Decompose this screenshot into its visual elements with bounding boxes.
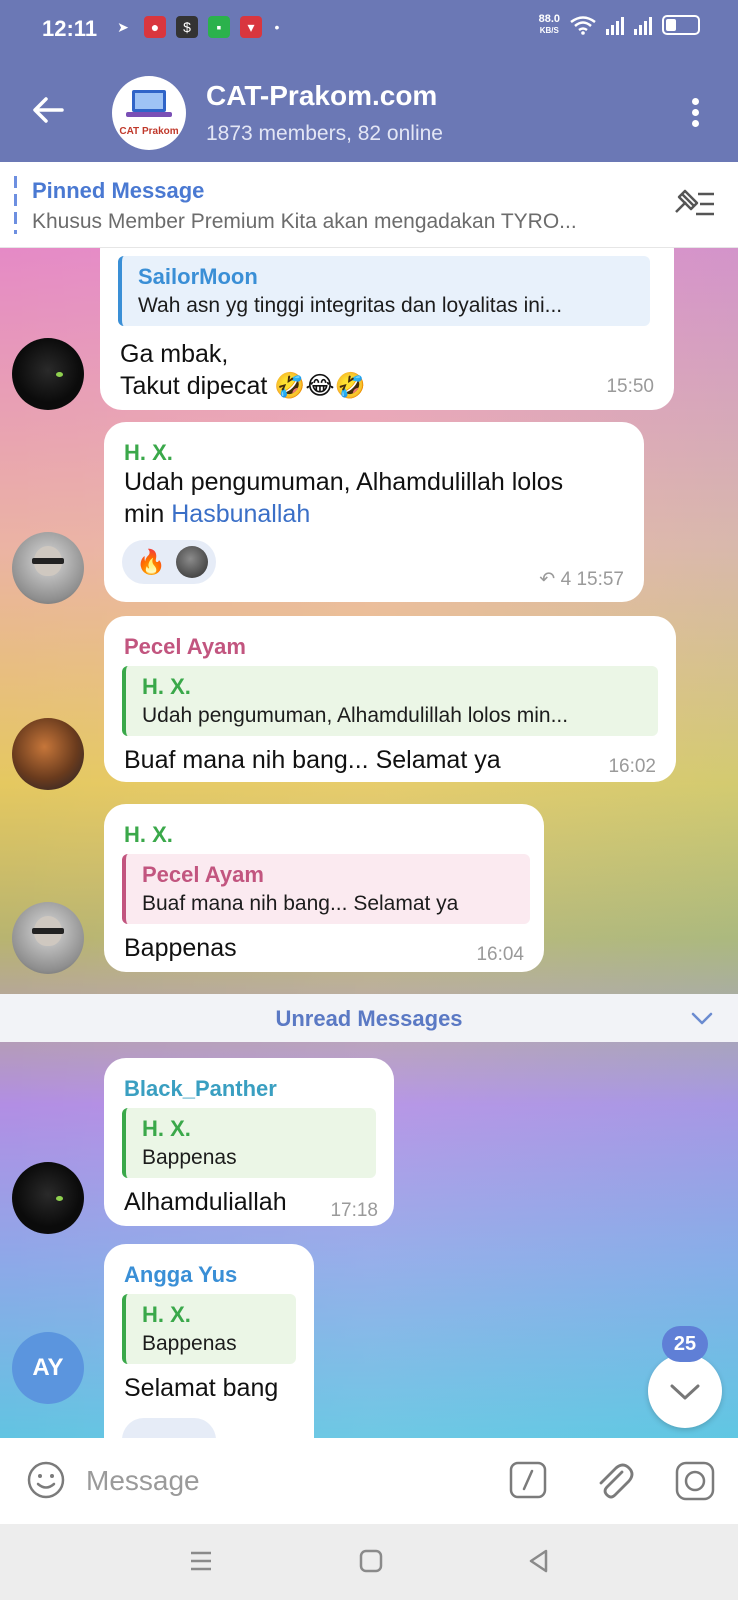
shield-notification-icon: ▾ [240, 16, 262, 38]
chat-notification-icon: ▪ [208, 16, 230, 38]
logo-text: CAT Prakom [119, 126, 179, 137]
reply-sender: H. X. [142, 674, 191, 699]
message-text: Ga mbak, Takut dipecat 🤣😂🤣 [120, 340, 366, 400]
message-text: Alhamduliallah [124, 1188, 287, 1216]
message-bubble[interactable]: Black_Panther H. X. Bappenas Alhamdulial… [104, 1058, 394, 1226]
replies-count[interactable]: ↶ 4 [539, 569, 571, 590]
message-time: 17:18 [330, 1200, 378, 1221]
message-time: 16:04 [476, 944, 524, 965]
message-time: 15:50 [606, 376, 654, 397]
message-input-bar [0, 1438, 738, 1524]
reply-quote[interactable]: SailorMoon Wah asn yg tinggi integritas … [118, 256, 650, 326]
reply-text: Bappenas [142, 1146, 237, 1169]
app-notification-icon: ● [144, 16, 166, 38]
chevron-down-icon[interactable] [690, 1008, 714, 1028]
status-right: 88.0 KB/S [539, 14, 700, 36]
chat-member-count: 1873 members, 82 online [206, 122, 443, 145]
home-icon[interactable] [356, 1546, 386, 1576]
chat-header: CAT Prakom CAT-Prakom.com 1873 members, … [0, 56, 738, 162]
back-nav-icon[interactable] [524, 1546, 554, 1576]
reactions-row[interactable]: 🔥 [122, 540, 216, 584]
message-bubble[interactable]: SailorMoon Wah asn yg tinggi integritas … [100, 248, 674, 410]
reply-text: Udah pengumuman, Alhamdulillah lolos min… [142, 704, 569, 727]
battery-icon [662, 15, 700, 35]
emoji-icon[interactable] [26, 1460, 66, 1500]
message-text: Udah pengumuman, Alhamdulillah lolos min… [124, 468, 564, 528]
paperclip-icon[interactable] [592, 1458, 634, 1502]
reply-quote[interactable]: H. X. Udah pengumuman, Alhamdulillah lol… [122, 666, 658, 736]
reactor-avatar [176, 546, 208, 578]
reply-text: Buaf mana nih bang... Selamat ya [142, 892, 459, 915]
avatar-hx[interactable] [12, 902, 84, 974]
reply-quote[interactable]: H. X. Bappenas [122, 1108, 376, 1178]
chat-area[interactable]: SailorMoon Wah asn yg tinggi integritas … [0, 248, 738, 1438]
reply-sender: Pecel Ayam [142, 862, 264, 887]
fire-reaction: 🔥 [136, 549, 166, 576]
message-sender[interactable]: Black_Panther [124, 1076, 277, 1102]
message-meta: ↶ 4 15:57 [539, 569, 624, 590]
message-input[interactable] [86, 1458, 466, 1504]
chat-title[interactable]: CAT-Prakom.com [206, 80, 437, 112]
unread-divider: Unread Messages [0, 994, 738, 1042]
reply-sender: SailorMoon [138, 264, 258, 289]
pinned-message-bar[interactable]: Pinned Message Khusus Member Premium Kit… [0, 162, 738, 248]
signal-icon-2 [634, 15, 652, 35]
reply-sender: H. X. [142, 1116, 191, 1141]
status-bar: 12:11 ➤ ● $ ▪ ▾ • 88.0 KB/S [0, 0, 738, 56]
message-bubble[interactable]: Pecel Ayam H. X. Udah pengumuman, Alhamd… [104, 616, 676, 782]
reply-quote[interactable]: H. X. Bappenas [122, 1294, 296, 1364]
back-arrow-icon[interactable] [30, 92, 66, 128]
reply-text: Bappenas [142, 1332, 237, 1355]
message-text: Buaf mana nih bang... Selamat ya [124, 746, 501, 774]
pinned-title: Pinned Message [32, 178, 205, 203]
recent-apps-icon[interactable] [186, 1546, 216, 1576]
message-bubble[interactable]: H. X. Udah pengumuman, Alhamdulillah lol… [104, 422, 644, 602]
unread-count-badge: 25 [662, 1326, 708, 1362]
reactions-row[interactable] [122, 1418, 216, 1438]
avatar-black-panther[interactable] [12, 1162, 84, 1234]
avatar-black-panther[interactable] [12, 338, 84, 410]
pin-list-icon[interactable] [672, 186, 716, 222]
message-sender[interactable]: H. X. [124, 440, 173, 466]
more-notifications-dot: • [274, 19, 280, 35]
chevron-down-icon [670, 1384, 700, 1400]
more-menu-icon[interactable] [692, 98, 700, 128]
message-text: Bappenas [124, 934, 237, 962]
bot-command-icon[interactable] [508, 1460, 548, 1500]
message-bubble[interactable]: H. X. Pecel Ayam Buaf mana nih bang... S… [104, 804, 544, 972]
signal-icon-1 [606, 15, 624, 35]
avatar-pecel-ayam[interactable] [12, 718, 84, 790]
system-nav-bar [0, 1524, 738, 1600]
laptop-logo-icon [126, 90, 172, 117]
message-sender[interactable]: Pecel Ayam [124, 634, 246, 660]
scroll-down-button[interactable] [648, 1354, 722, 1428]
wifi-icon [570, 16, 596, 35]
pinned-text: Khusus Member Premium Kita akan mengadak… [32, 210, 577, 233]
camera-icon[interactable] [674, 1460, 716, 1502]
unread-label: Unread Messages [275, 1006, 463, 1031]
status-time: 12:11 [42, 16, 98, 41]
network-speed: 88.0 KB/S [538, 13, 560, 36]
message-bubble[interactable]: Angga Yus H. X. Bappenas Selamat bang [104, 1244, 314, 1438]
pinned-indicator [14, 176, 17, 234]
shop-notification-icon: $ [176, 16, 198, 38]
reply-quote[interactable]: Pecel Ayam Buaf mana nih bang... Selamat… [122, 854, 530, 924]
reply-text: Wah asn yg tinggi integritas dan loyalit… [138, 294, 563, 317]
message-sender[interactable]: H. X. [124, 822, 173, 848]
avatar-angga-yus[interactable]: AY [12, 1332, 84, 1404]
group-avatar[interactable]: CAT Prakom [112, 76, 186, 150]
message-text: Selamat bang [124, 1374, 279, 1402]
message-time: 16:02 [608, 756, 656, 777]
message-sender[interactable]: Angga Yus [124, 1262, 237, 1288]
reply-sender: H. X. [142, 1302, 191, 1327]
mention-link[interactable]: Hasbunallah [171, 500, 310, 528]
telegram-notification-icon: ➤ [117, 19, 129, 35]
avatar-hx[interactable] [12, 532, 84, 604]
notification-icons: ➤ ● $ ▪ ▾ • [112, 16, 282, 38]
